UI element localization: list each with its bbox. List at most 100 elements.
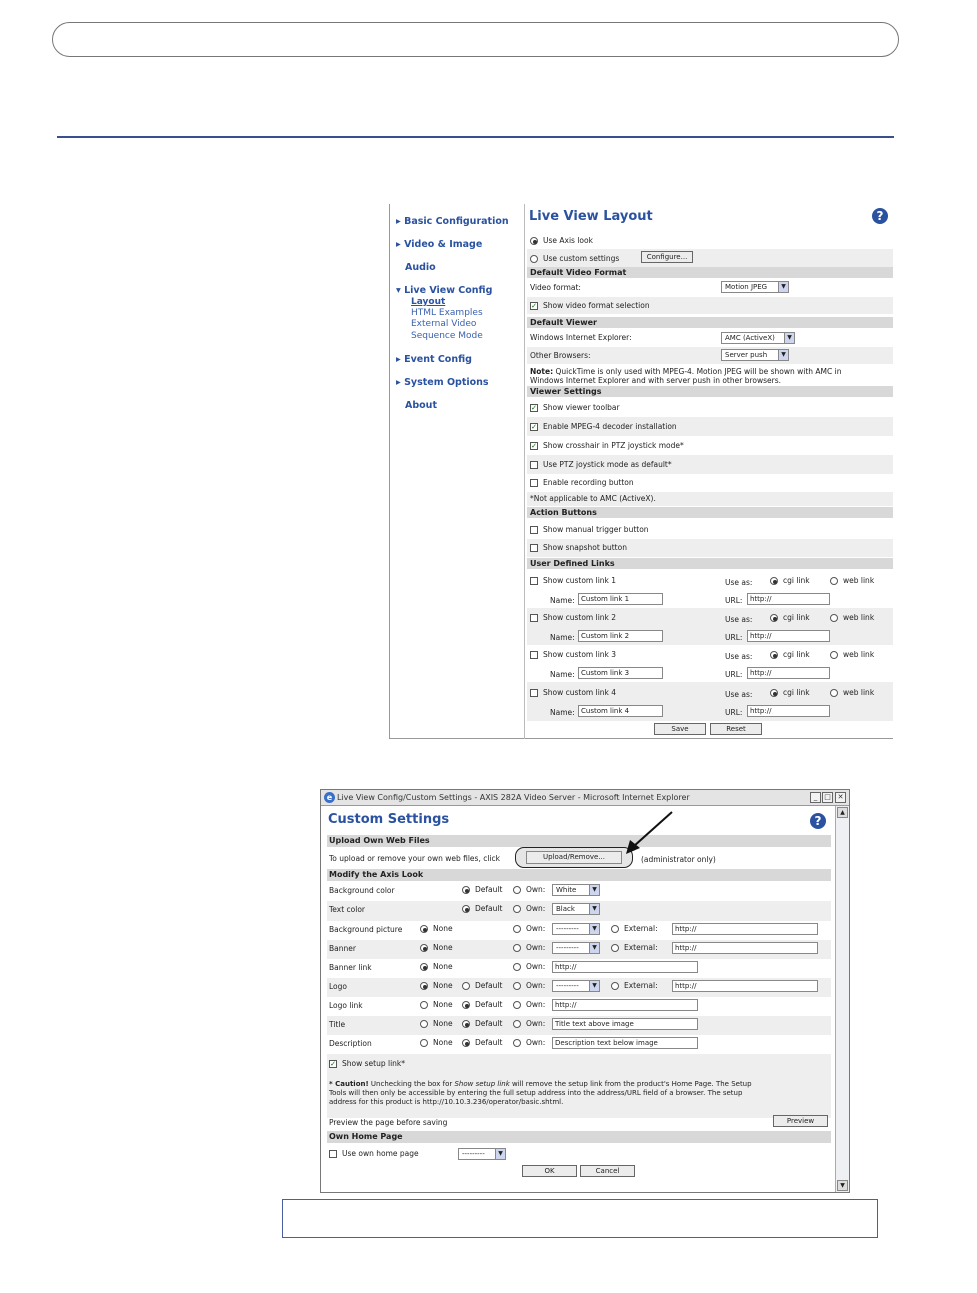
- close-icon[interactable]: ✕: [835, 792, 846, 803]
- custom-link-4-url-input[interactable]: http://: [747, 705, 830, 717]
- web-link-radio[interactable]: [830, 577, 838, 585]
- video-format-select[interactable]: Motion JPEG ▼: [721, 281, 789, 293]
- save-button[interactable]: Save: [654, 723, 706, 735]
- banner-link-none-radio[interactable]: [420, 963, 428, 971]
- description-text-input[interactable]: Description text below image: [552, 1037, 698, 1049]
- bg-color-default-radio[interactable]: [462, 886, 470, 894]
- scroll-up-icon[interactable]: ▲: [837, 807, 848, 818]
- description-none-radio[interactable]: [420, 1039, 428, 1047]
- bg-picture-select[interactable]: --------- ▼: [552, 923, 600, 935]
- configure-button[interactable]: Configure...: [641, 251, 693, 263]
- show-snapshot-checkbox[interactable]: [530, 544, 538, 552]
- show-video-format-checkbox[interactable]: ✓: [530, 302, 538, 310]
- cgi-link-radio[interactable]: [770, 577, 778, 585]
- description-own-radio[interactable]: [513, 1039, 521, 1047]
- banner-link-input[interactable]: http://: [552, 961, 698, 973]
- enable-recording-button-checkbox[interactable]: [530, 479, 538, 487]
- show-custom-link-1-checkbox[interactable]: [530, 577, 538, 585]
- logo-external-radio[interactable]: [611, 982, 619, 990]
- cgi-link-radio[interactable]: [770, 614, 778, 622]
- nav-basic-configuration[interactable]: ▸ Basic Configuration: [396, 216, 509, 227]
- ptz-joystick-default-checkbox[interactable]: [530, 461, 538, 469]
- ok-button[interactable]: OK: [522, 1165, 577, 1177]
- web-link-radio[interactable]: [830, 614, 838, 622]
- web-link-radio[interactable]: [830, 651, 838, 659]
- nav-event-config[interactable]: ▸ Event Config: [396, 354, 472, 365]
- show-custom-link-2-checkbox[interactable]: [530, 614, 538, 622]
- title-none-radio[interactable]: [420, 1020, 428, 1028]
- banner-none-radio[interactable]: [420, 944, 428, 952]
- logo-select[interactable]: --------- ▼: [552, 980, 600, 992]
- cancel-button[interactable]: Cancel: [580, 1165, 635, 1177]
- custom-link-1-url-input[interactable]: http://: [747, 593, 830, 605]
- maximize-icon[interactable]: □: [822, 792, 833, 803]
- nav-audio[interactable]: Audio: [405, 262, 436, 273]
- show-viewer-toolbar-checkbox[interactable]: ✓: [530, 404, 538, 412]
- nav-sequence-mode[interactable]: Sequence Mode: [411, 331, 483, 341]
- text-color-select[interactable]: Black ▼: [552, 903, 600, 915]
- logo-link-default-radio[interactable]: [462, 1001, 470, 1009]
- logo-link-none-radio[interactable]: [420, 1001, 428, 1009]
- bg-picture-own-radio[interactable]: [513, 925, 521, 933]
- use-own-home-page-checkbox[interactable]: [329, 1150, 337, 1158]
- show-custom-link-3-checkbox[interactable]: [530, 651, 538, 659]
- banner-select[interactable]: --------- ▼: [552, 942, 600, 954]
- logo-none-radio[interactable]: [420, 982, 428, 990]
- show-manual-trigger-checkbox[interactable]: [530, 526, 538, 534]
- use-custom-settings-radio[interactable]: [530, 255, 538, 263]
- upload-remove-button[interactable]: Upload/Remove...: [515, 847, 633, 868]
- show-crosshair-checkbox[interactable]: ✓: [530, 442, 538, 450]
- nav-about[interactable]: About: [405, 400, 437, 411]
- title-own-radio[interactable]: [513, 1020, 521, 1028]
- logo-default-radio[interactable]: [462, 982, 470, 990]
- use-axis-look-radio[interactable]: [530, 237, 538, 245]
- banner-external-radio[interactable]: [611, 944, 619, 952]
- other-browsers-select[interactable]: Server push ▼: [721, 349, 789, 361]
- nav-video-image[interactable]: ▸ Video & Image: [396, 239, 482, 250]
- description-default-radio[interactable]: [462, 1039, 470, 1047]
- bg-color-select[interactable]: White ▼: [552, 884, 600, 896]
- windows-ie-viewer-select[interactable]: AMC (ActiveX) ▼: [721, 332, 795, 344]
- text-color-own-radio[interactable]: [513, 905, 521, 913]
- title-default-radio[interactable]: [462, 1020, 470, 1028]
- help-icon[interactable]: ?: [810, 813, 826, 829]
- nav-live-view-config[interactable]: ▾ Live View Config: [396, 285, 492, 296]
- custom-link-3-name-input[interactable]: Custom link 3: [578, 667, 663, 679]
- nav-system-options[interactable]: ▸ System Options: [396, 377, 489, 388]
- page-title: Live View Layout: [529, 209, 653, 224]
- bg-picture-external-radio[interactable]: [611, 925, 619, 933]
- logo-external-input[interactable]: http://: [672, 980, 818, 992]
- reset-button[interactable]: Reset: [710, 723, 762, 735]
- show-setup-link-checkbox[interactable]: ✓: [329, 1060, 337, 1068]
- show-custom-link-4-checkbox[interactable]: [530, 689, 538, 697]
- vertical-scrollbar[interactable]: ▲ ▼: [835, 806, 849, 1192]
- web-link-radio[interactable]: [830, 689, 838, 697]
- custom-link-2-name-input[interactable]: Custom link 2: [578, 630, 663, 642]
- title-text-input[interactable]: Title text above image: [552, 1018, 698, 1030]
- banner-external-input[interactable]: http://: [672, 942, 818, 954]
- preview-button[interactable]: Preview: [773, 1115, 828, 1127]
- home-page-select[interactable]: --------- ▼: [458, 1148, 506, 1160]
- cgi-link-radio[interactable]: [770, 689, 778, 697]
- custom-link-2-url-input[interactable]: http://: [747, 630, 830, 642]
- logo-link-own-radio[interactable]: [513, 1001, 521, 1009]
- bg-picture-none-radio[interactable]: [420, 925, 428, 933]
- custom-link-1-name-input[interactable]: Custom link 1: [578, 593, 663, 605]
- logo-own-radio[interactable]: [513, 982, 521, 990]
- minimize-icon[interactable]: _: [810, 792, 821, 803]
- nav-external-video[interactable]: External Video: [411, 319, 476, 329]
- banner-own-radio[interactable]: [513, 944, 521, 952]
- nav-layout[interactable]: Layout: [411, 297, 445, 307]
- cgi-link-radio[interactable]: [770, 651, 778, 659]
- text-color-default-radio[interactable]: [462, 905, 470, 913]
- enable-mpeg4-decoder-checkbox[interactable]: ✓: [530, 423, 538, 431]
- scroll-down-icon[interactable]: ▼: [837, 1180, 848, 1191]
- logo-link-input[interactable]: http://: [552, 999, 698, 1011]
- bg-picture-external-input[interactable]: http://: [672, 923, 818, 935]
- custom-link-3-url-input[interactable]: http://: [747, 667, 830, 679]
- bg-color-own-radio[interactable]: [513, 886, 521, 894]
- banner-link-own-radio[interactable]: [513, 963, 521, 971]
- help-icon[interactable]: ?: [872, 208, 888, 224]
- custom-link-4-name-input[interactable]: Custom link 4: [578, 705, 663, 717]
- nav-html-examples[interactable]: HTML Examples: [411, 308, 483, 318]
